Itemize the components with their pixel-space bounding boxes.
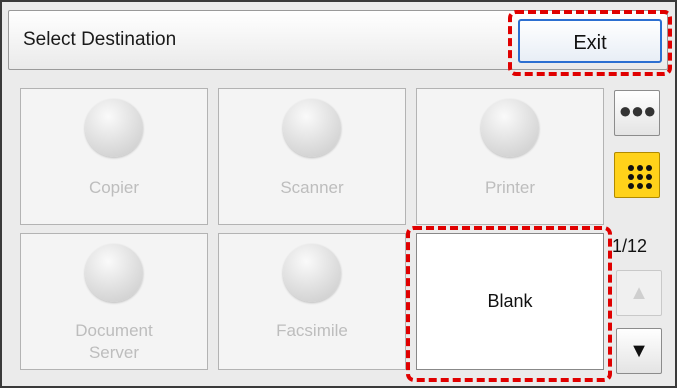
tile-scanner[interactable]: Scanner (218, 88, 406, 225)
tile-label: Blank (487, 291, 533, 311)
scroll-up-button[interactable]: ▲ (616, 270, 662, 316)
down-arrow-icon: ▼ (629, 340, 649, 362)
tile-copier[interactable]: Copier (20, 88, 208, 225)
tile-printer[interactable]: Printer (416, 88, 604, 225)
tile-document-server[interactable]: Document Server (20, 233, 208, 370)
scanner-icon (283, 99, 341, 157)
scroll-down-button[interactable]: ▼ (616, 328, 662, 374)
tile-facsimile[interactable]: Facsimile (218, 233, 406, 370)
more-options-button[interactable]: ●●● (614, 90, 660, 136)
tile-label: Copier (88, 178, 140, 197)
page-indicator: 1/12 (612, 236, 648, 256)
tile-label: Printer (484, 178, 536, 197)
tile-blank[interactable]: Blank (416, 233, 604, 370)
facsimile-icon (283, 244, 341, 302)
page-title: Select Destination (23, 29, 177, 50)
tile-label: Facsimile (276, 321, 348, 340)
copier-icon (85, 99, 143, 157)
tile-label-line1: Document (75, 321, 153, 340)
printer-icon (481, 99, 539, 157)
up-arrow-icon: ▲ (629, 282, 649, 304)
grid-view-button[interactable] (614, 152, 660, 198)
document-server-icon (85, 244, 143, 302)
three-dots-icon: ●●● (618, 98, 657, 123)
grid-dots-icon (628, 165, 652, 189)
tile-label-line2: Server (88, 343, 140, 362)
exit-button[interactable]: Exit (518, 19, 662, 63)
tile-label: Scanner (280, 178, 344, 197)
